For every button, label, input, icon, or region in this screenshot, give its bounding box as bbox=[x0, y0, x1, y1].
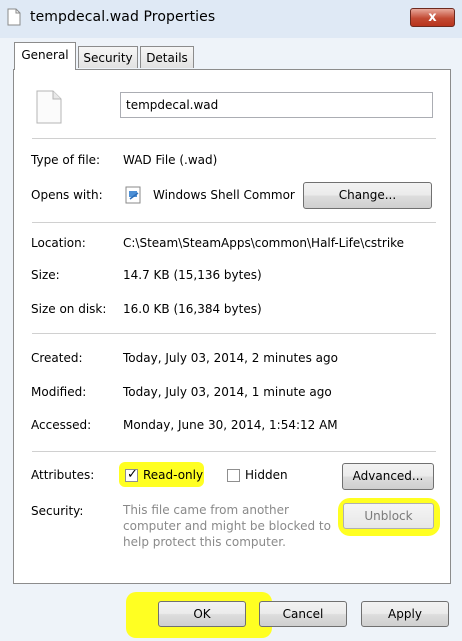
separator bbox=[32, 451, 436, 452]
opens-with-label: Opens with: bbox=[31, 188, 103, 202]
ok-button[interactable]: OK bbox=[158, 601, 246, 627]
size-value: 14.7 KB (15,136 bytes) bbox=[123, 268, 262, 282]
window-title: tempdecal.wad Properties bbox=[30, 9, 216, 25]
accessed-label: Accessed: bbox=[31, 418, 92, 432]
location-value: C:\Steam\SteamApps\common\Half-Life\cstr… bbox=[123, 236, 405, 250]
tab-details[interactable]: Details bbox=[140, 46, 194, 68]
windows-shell-icon bbox=[125, 186, 141, 204]
cancel-button[interactable]: Cancel bbox=[259, 601, 347, 627]
type-of-file-label: Type of file: bbox=[31, 153, 101, 167]
size-on-disk-label: Size on disk: bbox=[31, 302, 107, 316]
tab-security[interactable]: Security bbox=[78, 46, 138, 68]
created-label: Created: bbox=[31, 351, 83, 365]
separator bbox=[32, 138, 436, 139]
cancel-button-label: Cancel bbox=[282, 607, 324, 621]
created-value: Today, July 03, 2014, 2 minutes ago bbox=[123, 351, 338, 365]
separator bbox=[32, 222, 436, 223]
opens-with-value: Windows Shell Commor bbox=[153, 188, 295, 202]
close-button[interactable]: x bbox=[410, 8, 455, 27]
document-icon bbox=[7, 8, 21, 26]
type-of-file-value: WAD File (.wad) bbox=[123, 153, 218, 167]
location-label: Location: bbox=[31, 236, 86, 250]
tab-general[interactable]: General bbox=[14, 42, 76, 70]
hidden-checkbox[interactable] bbox=[227, 469, 240, 482]
security-note: This file came from another computer and… bbox=[123, 503, 331, 549]
read-only-label: Read-only bbox=[143, 468, 204, 482]
apply-button[interactable]: Apply bbox=[361, 601, 449, 627]
modified-label: Modified: bbox=[31, 385, 87, 399]
unblock-button-label: Unblock bbox=[364, 509, 413, 523]
attributes-label: Attributes: bbox=[31, 468, 95, 482]
advanced-button[interactable]: Advanced... bbox=[342, 463, 434, 490]
unblock-button[interactable]: Unblock bbox=[343, 503, 434, 529]
security-label: Security: bbox=[31, 504, 84, 518]
accessed-value: Monday, June 30, 2014, 1:54:12 AM bbox=[123, 418, 338, 432]
close-icon: x bbox=[428, 10, 437, 25]
modified-value: Today, July 03, 2014, 1 minute ago bbox=[123, 385, 332, 399]
advanced-button-label: Advanced... bbox=[352, 469, 424, 483]
file-name-input[interactable] bbox=[120, 92, 433, 118]
separator bbox=[32, 333, 436, 334]
change-button-label: Change... bbox=[338, 188, 397, 202]
blank-document-icon bbox=[36, 90, 62, 124]
hidden-label: Hidden bbox=[245, 468, 288, 482]
title-bar: tempdecal.wad Properties x bbox=[0, 0, 462, 38]
ok-button-label: OK bbox=[193, 607, 211, 621]
read-only-checkbox[interactable]: ✓ bbox=[125, 467, 138, 482]
size-on-disk-value: 16.0 KB (16,384 bytes) bbox=[123, 302, 262, 316]
apply-button-label: Apply bbox=[388, 607, 422, 621]
checkmark-icon: ✓ bbox=[127, 467, 138, 482]
size-label: Size: bbox=[31, 268, 60, 282]
change-button[interactable]: Change... bbox=[303, 182, 432, 209]
